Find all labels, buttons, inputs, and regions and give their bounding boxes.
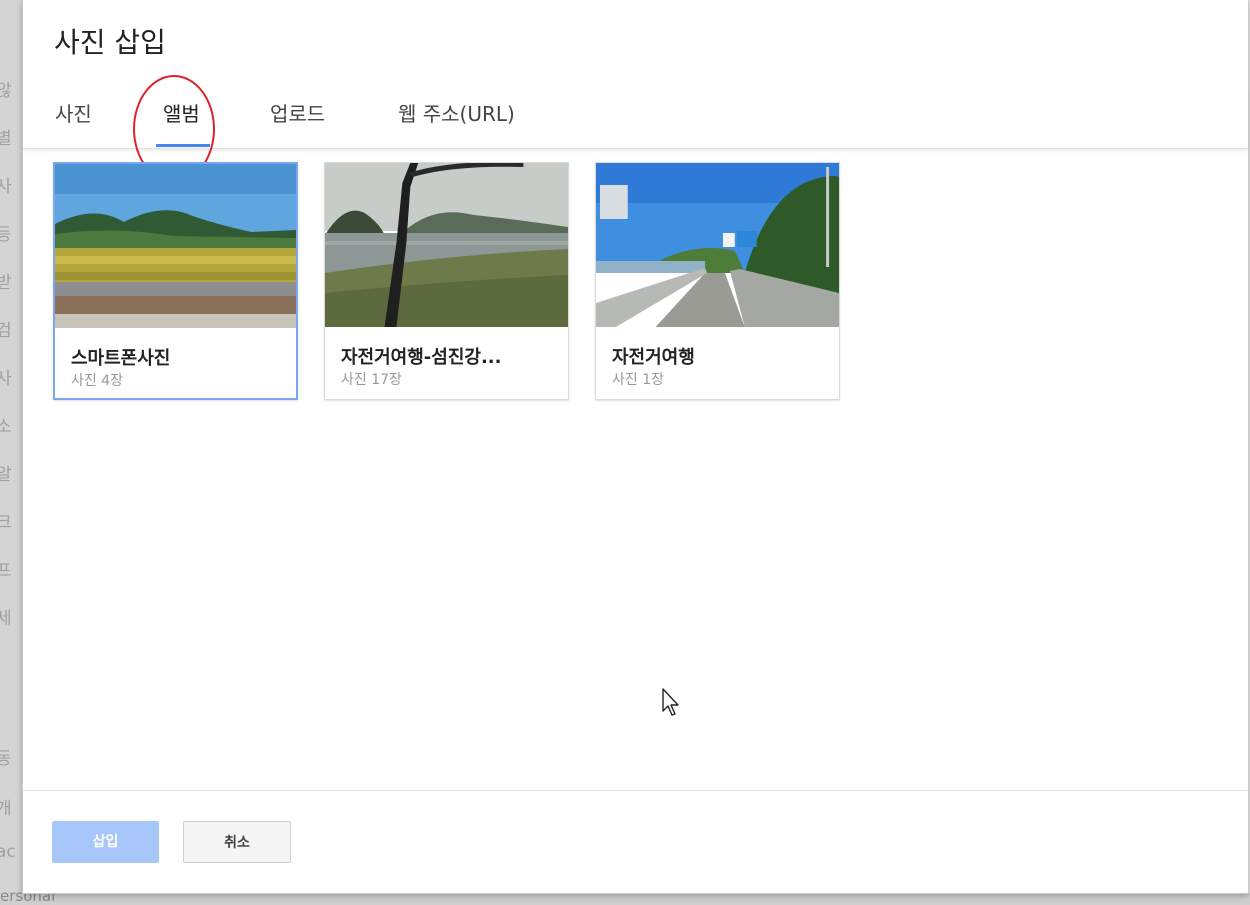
background-text: 별: [0, 129, 12, 149]
background-text: ac: [0, 842, 16, 862]
tab-photos[interactable]: 사진: [55, 98, 92, 127]
background-text: 세: [0, 609, 12, 629]
background-page: 않 별 사 등 받 검 사 소 알 크 프 세 동 개 ac: [0, 0, 22, 905]
background-text: 받: [0, 273, 12, 293]
background-text: 사: [0, 369, 12, 389]
background-bottom-strip: ersonal: [0, 887, 1250, 905]
background-text: 등: [0, 225, 12, 245]
album-title: 스마트폰사진: [71, 348, 171, 369]
album-card-smartphone[interactable]: 스마트폰사진 사진 4장: [53, 162, 298, 400]
album-thumbnail: [325, 163, 568, 327]
insert-photo-dialog: 사진 삽입 사진 앨범 업로드 웹 주소(URL) 스마트폰사진 사진 4장 자…: [22, 0, 1249, 894]
cancel-button[interactable]: 취소: [183, 821, 291, 863]
background-text: 사: [0, 177, 12, 197]
album-card-bike-trip[interactable]: 자전거여행 사진 1장: [595, 162, 840, 400]
tab-bar: 사진 앨범 업로드 웹 주소(URL): [23, 90, 1248, 149]
background-text: 알: [0, 465, 12, 485]
insert-button[interactable]: 삽입: [52, 821, 159, 863]
tab-albums[interactable]: 앨범: [163, 98, 200, 127]
album-thumbnail: [55, 164, 296, 328]
background-text: 검: [0, 321, 12, 341]
background-text: 않: [0, 81, 12, 101]
album-photo-count: 사진 17장: [341, 372, 402, 388]
dialog-title: 사진 삽입: [54, 26, 166, 59]
background-text: 프: [0, 561, 12, 581]
tab-web-url[interactable]: 웹 주소(URL): [398, 98, 515, 127]
active-tab-indicator: [156, 144, 210, 147]
album-title: 자전거여행-섬진강...: [341, 347, 502, 368]
album-title: 자전거여행: [612, 347, 695, 368]
album-thumbnail: [596, 163, 839, 327]
album-card-bike-trip-seomjin[interactable]: 자전거여행-섬진강... 사진 17장: [324, 162, 569, 400]
background-text: 크: [0, 513, 12, 533]
tab-upload[interactable]: 업로드: [270, 98, 325, 127]
background-text: 소: [0, 417, 12, 437]
footer-divider: [23, 790, 1248, 791]
background-text: 개: [0, 799, 12, 819]
mouse-cursor-icon: [662, 688, 679, 716]
album-photo-count: 사진 4장: [71, 373, 123, 389]
background-text: 동: [0, 749, 12, 769]
album-photo-count: 사진 1장: [612, 372, 664, 388]
